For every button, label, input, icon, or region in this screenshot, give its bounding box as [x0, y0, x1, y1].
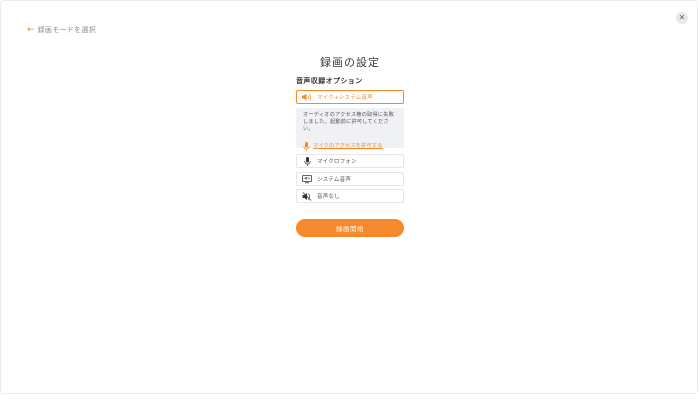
back-link[interactable]: ← 録画モードを選択 [27, 24, 96, 36]
close-icon: ✕ [678, 13, 686, 22]
permission-notice: オーディオのアクセス権の取得に失敗しました。起動前に許可してください。 マイクの… [296, 108, 404, 151]
microphone-icon [297, 156, 317, 166]
option-label: マイク+システム音声 [317, 95, 373, 101]
option-label: 音声なし [317, 194, 340, 200]
microphone-icon [303, 136, 310, 155]
option-label: システム音声 [317, 177, 352, 183]
back-link-label: 録画モードを選択 [37, 26, 96, 34]
option-system-audio[interactable]: システム音声 [296, 172, 404, 186]
monitor-speaker-icon [297, 174, 317, 184]
option-label: マイクロフォン [317, 159, 357, 165]
close-button[interactable]: ✕ [676, 12, 688, 24]
arrow-left-icon: ← [27, 25, 35, 35]
option-microphone[interactable]: マイクロフォン [296, 154, 404, 168]
option-mic-system-audio[interactable]: マイク+システム音声 [296, 90, 404, 104]
option-no-audio[interactable]: 音声なし [296, 189, 404, 203]
speaker-icon [297, 93, 317, 101]
start-recording-label: 録画開始 [336, 225, 364, 233]
page-title: 録画の設定 [320, 56, 380, 69]
start-recording-button[interactable]: 録画開始 [296, 219, 404, 237]
audio-options-heading: 音声収録オプション [296, 77, 363, 85]
allow-mic-access-label: マイクのアクセスを許可する [313, 143, 383, 149]
allow-mic-access-link[interactable]: マイクのアクセスを許可する [303, 136, 397, 155]
speaker-muted-icon [297, 191, 317, 201]
notice-message: オーディオのアクセス権の取得に失敗しました。起動前に許可してください。 [303, 112, 394, 132]
